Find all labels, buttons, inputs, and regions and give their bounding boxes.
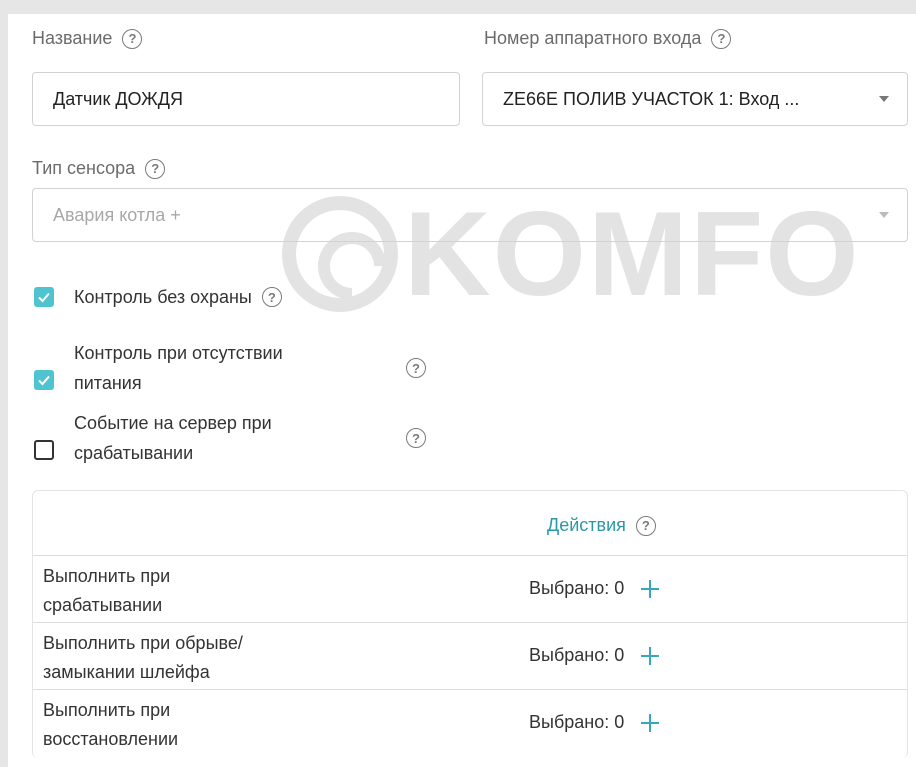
name-input[interactable]: Датчик ДОЖДЯ [32,72,460,126]
help-icon[interactable]: ? [261,287,282,307]
selected-count: Выбрано: 0 [529,578,625,598]
actions-table: Действия ? Выполнить при срабатывании Вы… [32,490,908,758]
checkbox-label: Событие на сервер при срабатывании [74,408,392,468]
sensor-type-select[interactable]: Авария котла + [32,188,908,242]
window-left-border [0,0,8,767]
checkbox-label-line1: Контроль при отсутствии [74,343,283,363]
actions-header-label: Действия [547,515,626,535]
hw-input-label-row: Номер аппаратного входа ? [484,28,732,49]
row-label-line1: Выполнить при обрыве/ [43,633,243,653]
row-label: Выполнить при обрыве/ замыкании шлейфа [43,629,243,687]
hw-input-help-icon[interactable]: ? [711,28,732,49]
name-label: Название [32,28,113,48]
help-icon[interactable]: ? [406,358,426,378]
chevron-down-icon [879,212,889,218]
sensor-type-placeholder: Авария котла + [53,204,181,225]
name-label-row: Название ? [32,28,143,49]
row-count: Выбрано: 0 [529,578,660,599]
actions-help-icon[interactable]: ? [635,515,656,536]
row-label-line2: восстановлении [43,729,179,749]
sensor-type-label-row: Тип сенсора ? [32,158,166,179]
checkbox-row-control-without-guard[interactable]: Контроль без охраны ? [34,282,282,312]
name-input-value: Датчик ДОЖДЯ [53,88,183,109]
row-label: Выполнить при восстановлении [43,696,178,754]
plus-icon[interactable] [640,579,660,599]
row-label-line2: срабатывании [43,595,163,615]
sensor-type-help-icon[interactable]: ? [145,158,166,179]
checkbox-checked[interactable] [34,370,54,390]
hw-input-label: Номер аппаратного входа [484,28,702,48]
hw-input-select-value: ZE66E ПОЛИВ УЧАСТОК 1: Вход ... [503,88,800,109]
help-icon[interactable]: ? [406,428,426,448]
checkbox-row-server-event[interactable]: Событие на сервер при срабатывании ? [34,408,426,468]
table-row: Выполнить при восстановлении Выбрано: 0 [33,689,907,756]
selected-count: Выбрано: 0 [529,712,625,732]
checkbox-unchecked[interactable] [34,440,54,460]
checkbox-label: Контроль без охраны [74,287,252,307]
name-help-icon[interactable]: ? [122,28,143,49]
plus-icon[interactable] [640,646,660,666]
table-row: Выполнить при обрыве/ замыкании шлейфа В… [33,622,907,689]
checkbox-checked[interactable] [34,287,54,307]
row-label: Выполнить при срабатывании [43,562,170,620]
checkbox-label-line1: Событие на сервер при [74,413,272,433]
row-label-line1: Выполнить при [43,566,171,586]
table-row: Выполнить при срабатывании Выбрано: 0 [33,555,907,622]
row-count: Выбрано: 0 [529,712,660,733]
hw-input-select[interactable]: ZE66E ПОЛИВ УЧАСТОК 1: Вход ... [482,72,908,126]
chevron-down-icon [879,96,889,102]
row-label-line1: Выполнить при [43,700,171,720]
selected-count: Выбрано: 0 [529,645,625,665]
checkbox-label: Контроль при отсутствии питания [74,338,392,398]
row-count: Выбрано: 0 [529,645,660,666]
sensor-type-label: Тип сенсора [32,158,136,178]
check-icon [38,375,50,386]
checkbox-label-line2: срабатывании [74,443,194,463]
plus-icon[interactable] [640,713,660,733]
row-label-line2: замыкании шлейфа [43,662,210,682]
check-icon [38,292,50,303]
actions-header: Действия ? [547,515,656,536]
checkbox-label-line2: питания [74,373,142,393]
checkbox-row-control-no-power[interactable]: Контроль при отсутствии питания ? [34,338,426,398]
table-header: Действия ? [33,491,907,555]
window-top-border [0,0,916,14]
